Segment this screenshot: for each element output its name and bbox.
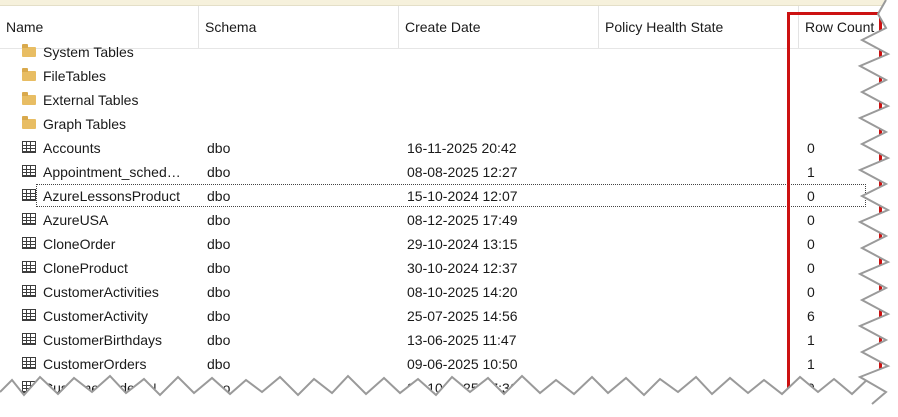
cell-create-date bbox=[407, 112, 587, 136]
folder-row[interactable]: System Tables bbox=[0, 40, 898, 64]
cell-create-date: 29-10-2024 13:15 bbox=[407, 236, 518, 252]
table-row[interactable]: CloneProduct dbo 30-10-2024 12:37 0 bbox=[0, 256, 898, 280]
cell-schema: dbo bbox=[207, 212, 231, 228]
table-icon bbox=[22, 380, 36, 394]
cell-row-count: 0 bbox=[807, 140, 815, 156]
table-row[interactable]: AzureLessonsProduct dbo 15-10-2024 12:07 0 bbox=[0, 184, 898, 208]
table-icon bbox=[22, 284, 36, 298]
cell-create-date: 15-10-2024 12:07 bbox=[407, 188, 518, 204]
cell-name: CloneOrder bbox=[43, 236, 116, 252]
cell-name: CustomerActivity bbox=[43, 308, 149, 324]
cell-name: System Tables bbox=[43, 44, 134, 60]
table-icon bbox=[22, 164, 36, 178]
cell-create-date: 08-12-2025 17:49 bbox=[407, 212, 518, 228]
table-row[interactable]: CustomerOrdersN dbo 24-10-2025 17:36 9 bbox=[0, 376, 898, 400]
cell-name: Graph Tables bbox=[43, 116, 127, 132]
folder-icon bbox=[22, 116, 36, 130]
cell-schema: dbo bbox=[207, 188, 231, 204]
folder-icon bbox=[22, 68, 36, 82]
cell-name: FileTables bbox=[43, 68, 107, 84]
table-icon bbox=[22, 308, 36, 322]
cell-create-date: 30-10-2024 12:37 bbox=[407, 260, 518, 276]
table-icon bbox=[22, 236, 36, 250]
cell-schema: dbo bbox=[207, 236, 231, 252]
cell-row-count bbox=[807, 40, 847, 64]
cell-schema bbox=[207, 88, 387, 112]
cell-name: External Tables bbox=[43, 92, 139, 108]
table-row[interactable]: CustomerActivities dbo 08-10-2025 14:20 0 bbox=[0, 280, 898, 304]
table-row[interactable]: CloneOrder dbo 29-10-2024 13:15 0 bbox=[0, 232, 898, 256]
table-row[interactable]: CustomerOrders dbo 09-06-2025 10:50 1 bbox=[0, 352, 898, 376]
cell-schema bbox=[207, 40, 387, 64]
cell-create-date: 25-07-2025 14:56 bbox=[407, 308, 518, 324]
folder-row[interactable]: FileTables bbox=[0, 64, 898, 88]
cell-name: AzureLessonsProduct bbox=[43, 188, 180, 204]
cell-schema: dbo bbox=[207, 284, 231, 300]
cell-schema: dbo bbox=[207, 332, 231, 348]
cell-name: CustomerOrdersN bbox=[43, 380, 157, 396]
cell-row-count bbox=[807, 64, 847, 88]
cell-row-count: 0 bbox=[807, 212, 815, 228]
cell-name: CustomerActivities bbox=[43, 284, 159, 300]
cell-row-count: 0 bbox=[807, 260, 815, 276]
cell-create-date: 09-06-2025 10:50 bbox=[407, 356, 518, 372]
cell-schema: dbo bbox=[207, 356, 231, 372]
cell-create-date: 24-10-2025 17:36 bbox=[407, 380, 518, 396]
table-icon bbox=[22, 212, 36, 226]
cell-row-count bbox=[807, 112, 847, 136]
table-icon bbox=[22, 260, 36, 274]
table-row[interactable]: Accounts dbo 16-11-2025 20:42 0 bbox=[0, 136, 898, 160]
cell-row-count: 9 bbox=[807, 380, 815, 396]
cell-row-count bbox=[807, 88, 847, 112]
cell-schema: dbo bbox=[207, 164, 231, 180]
folder-row[interactable]: External Tables bbox=[0, 88, 898, 112]
cell-row-count: 1 bbox=[807, 332, 815, 348]
table-icon bbox=[22, 332, 36, 346]
folder-icon bbox=[22, 44, 36, 58]
cell-create-date bbox=[407, 64, 587, 88]
table-row[interactable]: AzureUSA dbo 08-12-2025 17:49 0 bbox=[0, 208, 898, 232]
folder-icon bbox=[22, 92, 36, 106]
cell-row-count: 6 bbox=[807, 308, 815, 324]
cell-create-date: 08-08-2025 12:27 bbox=[407, 164, 518, 180]
cell-row-count: 0 bbox=[807, 236, 815, 252]
cell-schema: dbo bbox=[207, 380, 231, 396]
cell-name: CustomerBirthdays bbox=[43, 332, 163, 348]
table-row[interactable]: Appointment_sched… dbo 08-08-2025 12:27 1 bbox=[0, 160, 898, 184]
cell-schema: dbo bbox=[207, 308, 231, 324]
object-explorer-details: Name Schema Create Date Policy Health St… bbox=[0, 0, 898, 417]
table-row[interactable]: CustomerBirthdays dbo 13-06-2025 11:47 1 bbox=[0, 328, 898, 352]
cell-create-date bbox=[407, 40, 587, 64]
table-icon bbox=[22, 188, 36, 202]
table-icon bbox=[22, 356, 36, 370]
cell-row-count: 1 bbox=[807, 356, 815, 372]
cell-name: CustomerOrders bbox=[43, 356, 147, 372]
table-row[interactable]: CustomerActivity dbo 25-07-2025 14:56 6 bbox=[0, 304, 898, 328]
cell-row-count: 1 bbox=[807, 164, 815, 180]
folder-row[interactable]: Graph Tables bbox=[0, 112, 898, 136]
cell-schema: dbo bbox=[207, 260, 231, 276]
cell-schema bbox=[207, 112, 387, 136]
cell-name: Accounts bbox=[43, 140, 101, 156]
cell-schema: dbo bbox=[207, 140, 231, 156]
cell-schema bbox=[207, 64, 387, 88]
cell-row-count: 0 bbox=[807, 284, 815, 300]
cell-name: Appointment_sched… bbox=[43, 164, 181, 180]
cell-create-date: 16-11-2025 20:42 bbox=[407, 140, 517, 156]
cell-create-date bbox=[407, 88, 587, 112]
cell-row-count: 0 bbox=[807, 188, 815, 204]
table-icon bbox=[22, 140, 36, 154]
cell-name: CloneProduct bbox=[43, 260, 128, 276]
cell-create-date: 08-10-2025 14:20 bbox=[407, 284, 518, 300]
cell-create-date: 13-06-2025 11:47 bbox=[407, 332, 517, 348]
cell-name: AzureUSA bbox=[43, 212, 109, 228]
